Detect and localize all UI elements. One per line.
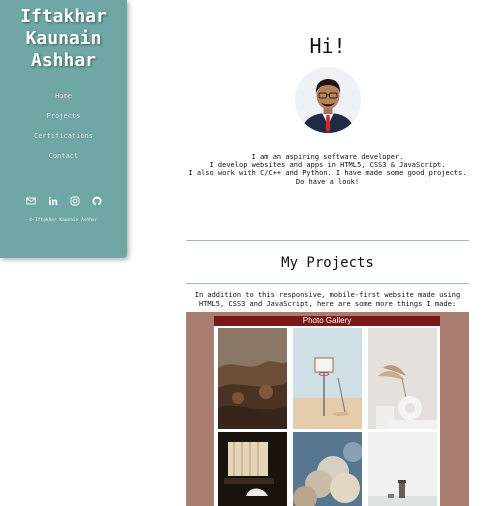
bio-line: I am an aspiring software developer. [251, 153, 404, 161]
projects-heading: My Projects [281, 255, 374, 271]
nav-home[interactable]: Home [0, 86, 127, 106]
site-title-line: Kaunain [25, 28, 102, 49]
instagram-icon[interactable] [70, 196, 80, 206]
nav-certifications[interactable]: Certifications [0, 126, 127, 146]
gallery-photo-foggy-forest[interactable] [218, 328, 287, 429]
section-divider [186, 240, 469, 241]
gallery-title: Photo Gallery [214, 316, 440, 326]
gallery-photo-basketball-hoop[interactable] [293, 328, 362, 429]
gallery-photo-cloudy-sky[interactable] [293, 432, 362, 506]
gallery-photo-curtain-window[interactable] [218, 432, 287, 506]
gallery-photo-lighthouse-sea[interactable] [368, 432, 437, 506]
bio-line: I also work with C/C++ and Python. I hav… [188, 169, 467, 178]
social-links [0, 196, 127, 206]
site-title-line: Iftakhar [20, 6, 107, 27]
nav-projects[interactable]: Projects [0, 106, 127, 126]
site-title: Iftakhar Kaunain Ashhar [0, 6, 127, 72]
copyright-text: © Iftakhar Kaunain Ashhar [29, 218, 98, 223]
bio-text: I am an aspiring software developer. I d… [186, 153, 469, 186]
greeting-heading: Hi! [309, 34, 346, 58]
mail-icon[interactable] [25, 196, 36, 206]
avatar [294, 67, 361, 133]
section-divider [186, 283, 469, 284]
bio-line: I develop websites and apps in HTML5, CS… [209, 161, 446, 170]
main-nav: Home Projects Certifications Contact [0, 86, 127, 166]
bio-line: Do have a look! [295, 177, 360, 186]
site-title-line: Ashhar [30, 50, 97, 71]
nav-contact[interactable]: Contact [0, 146, 127, 166]
projects-description: In addition to this responsive, mobile-f… [194, 291, 461, 308]
gallery-photo-dried-flower-vase[interactable] [368, 328, 437, 429]
linkedin-icon[interactable] [48, 196, 58, 206]
main-content: Hi! I am an aspiring software developer.… [186, 0, 469, 308]
github-icon[interactable] [92, 196, 102, 206]
photo-gallery-card[interactable]: Photo Gallery [186, 312, 469, 506]
sidebar: Iftakhar Kaunain Ashhar Home Projects Ce… [0, 0, 127, 258]
